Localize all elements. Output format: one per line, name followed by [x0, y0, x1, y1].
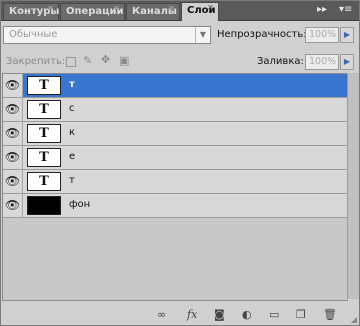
mask-icon[interactable]: ◙	[214, 308, 225, 321]
lock-label: Закрепить:	[6, 56, 66, 67]
layer-row[interactable]: 👁 T к	[3, 122, 348, 146]
layer-name: е	[69, 151, 76, 162]
lock-transparent-icon[interactable]	[66, 57, 76, 67]
trash-icon[interactable]: 🗑	[323, 308, 337, 321]
layer-name: фон	[69, 199, 91, 210]
lock-all-icon[interactable]: ▣	[119, 54, 129, 67]
fill-slider-button[interactable]: ▶	[340, 54, 354, 70]
lock-fill-row: Закрепить: ✎ ✥ ▣ Заливка: 100% ▶	[1, 52, 359, 74]
blend-mode-value: Обычные	[9, 29, 58, 40]
fill-label: Заливка:	[257, 56, 304, 67]
opacity-label: Непрозрачность:	[217, 29, 307, 40]
layer-thumbnail: T	[27, 148, 61, 167]
layer-row[interactable]: 👁 фон	[3, 194, 348, 218]
fill-input[interactable]: 100%	[305, 54, 339, 70]
fx-icon[interactable]: fx	[187, 308, 197, 321]
layer-thumbnail: T	[27, 172, 61, 191]
resize-grip-icon[interactable]: ◢	[351, 315, 357, 324]
layer-name: к	[69, 127, 76, 138]
layer-name: т	[69, 79, 75, 90]
layer-row[interactable]: 👁 T т	[3, 74, 348, 98]
scrollbar[interactable]	[347, 73, 359, 299]
layer-thumbnail	[27, 196, 61, 215]
opacity-input[interactable]: 100%	[305, 27, 339, 43]
close-icon[interactable]: ✕	[167, 4, 176, 13]
close-icon[interactable]: ✕	[206, 3, 215, 12]
lock-brush-icon[interactable]: ✎	[83, 54, 92, 67]
layer-row[interactable]: 👁 T т	[3, 170, 348, 194]
tab-bar: Контуры ✕ Операции ✕ Каналы ✕ Слои ✕ ▸▸ …	[1, 1, 359, 21]
layers-panel: Контуры ✕ Операции ✕ Каналы ✕ Слои ✕ ▸▸ …	[0, 0, 360, 326]
layer-thumbnail: T	[27, 76, 61, 95]
link-icon[interactable]: ∞	[157, 308, 166, 321]
eye-icon[interactable]: 👁	[3, 170, 23, 193]
blend-mode-select[interactable]: Обычные ▼	[3, 26, 211, 44]
chevron-down-icon[interactable]: ▼	[195, 27, 210, 43]
tab-layers[interactable]: Слои ✕	[181, 2, 219, 21]
folder-icon[interactable]: ▭	[269, 308, 279, 321]
eye-icon[interactable]: 👁	[3, 194, 23, 217]
blend-opacity-row: Обычные ▼ Непрозрачность: 100% ▶	[1, 25, 359, 47]
close-icon[interactable]: ✕	[112, 4, 121, 13]
opacity-slider-button[interactable]: ▶	[340, 27, 354, 43]
layer-thumbnail: T	[27, 124, 61, 143]
layer-list: 👁 T т 👁 T с 👁 T к 👁 T е 👁 T т 👁 фон	[2, 73, 348, 301]
close-icon[interactable]: ✕	[46, 4, 55, 13]
new-layer-icon[interactable]: ❐	[296, 308, 306, 321]
eye-icon[interactable]: 👁	[3, 74, 23, 97]
eye-icon[interactable]: 👁	[3, 98, 23, 121]
layer-name: с	[69, 103, 75, 114]
lock-move-icon[interactable]: ✥	[101, 53, 110, 66]
tab-paths[interactable]: Контуры ✕	[3, 3, 59, 20]
layer-name: т	[69, 175, 75, 186]
tab-actions[interactable]: Операции ✕	[60, 3, 125, 20]
layer-row[interactable]: 👁 T с	[3, 98, 348, 122]
eye-icon[interactable]: 👁	[3, 146, 23, 169]
layer-actions-bar: ∞ fx ◙ ◐ ▭ ❐ 🗑 ◢	[1, 304, 359, 325]
layer-thumbnail: T	[27, 100, 61, 119]
collapse-icon[interactable]: ▸▸	[317, 4, 327, 15]
panel-menu-icon[interactable]: ▾≡	[339, 4, 352, 15]
adjustment-icon[interactable]: ◐	[242, 308, 252, 321]
tab-channels[interactable]: Каналы ✕	[126, 3, 180, 20]
eye-icon[interactable]: 👁	[3, 122, 23, 145]
layer-row[interactable]: 👁 T е	[3, 146, 348, 170]
